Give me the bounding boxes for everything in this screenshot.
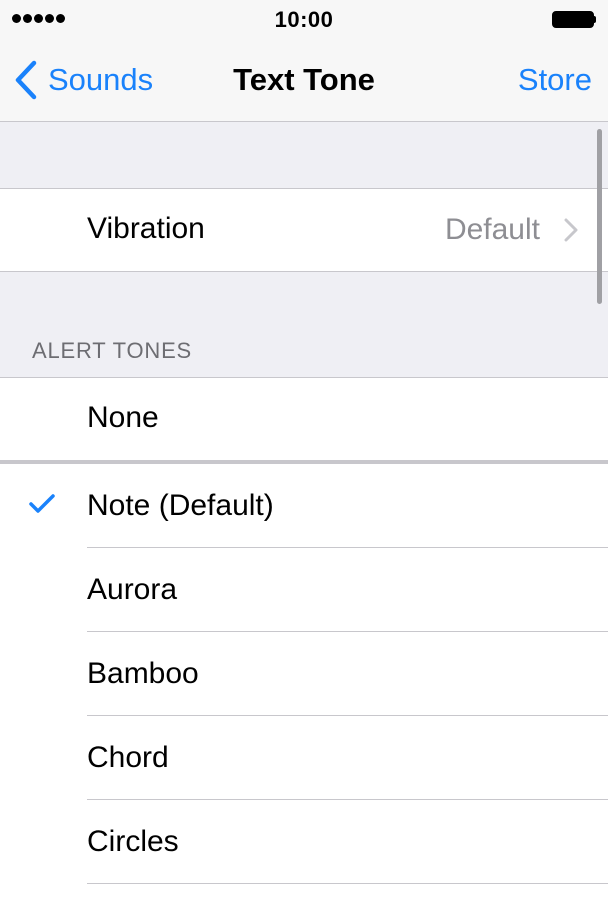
vibration-row[interactable]: Vibration Default xyxy=(0,188,608,272)
status-time: 10:00 xyxy=(274,7,334,32)
tone-row-none[interactable]: None xyxy=(0,377,608,461)
tone-row-aurora[interactable]: Aurora xyxy=(0,548,608,632)
tone-label: Chord xyxy=(87,741,169,774)
vibration-label: Vibration xyxy=(87,212,205,245)
navigation-bar: Sounds Text Tone Store xyxy=(0,40,608,122)
tone-row-bamboo[interactable]: Bamboo xyxy=(0,632,608,716)
tone-row-circles[interactable]: Circles xyxy=(0,800,608,884)
tone-label: Aurora xyxy=(87,573,178,606)
tone-row-chord[interactable]: Chord xyxy=(0,716,608,800)
tone-label: None xyxy=(87,401,159,434)
chevron-right-icon xyxy=(564,218,578,242)
scroll-indicator[interactable] xyxy=(597,129,602,304)
chevron-left-icon xyxy=(15,60,37,100)
tone-label: Note (Default) xyxy=(87,489,274,522)
back-button[interactable]: Sounds xyxy=(14,58,153,102)
tone-row-note[interactable]: Note (Default) xyxy=(0,464,608,548)
vibration-value: Default xyxy=(444,213,540,246)
checkmark-icon xyxy=(29,494,55,513)
back-button-label: Sounds xyxy=(48,62,154,97)
store-button[interactable]: Store xyxy=(518,62,592,98)
alert-tones-header: ALERT TONES xyxy=(32,338,193,363)
status-bar: 10:00 xyxy=(0,0,608,40)
battery-full-icon xyxy=(552,11,596,28)
tone-label: Bamboo xyxy=(87,657,199,690)
tone-row-partial[interactable] xyxy=(0,884,608,912)
tone-label: Circles xyxy=(87,825,179,858)
